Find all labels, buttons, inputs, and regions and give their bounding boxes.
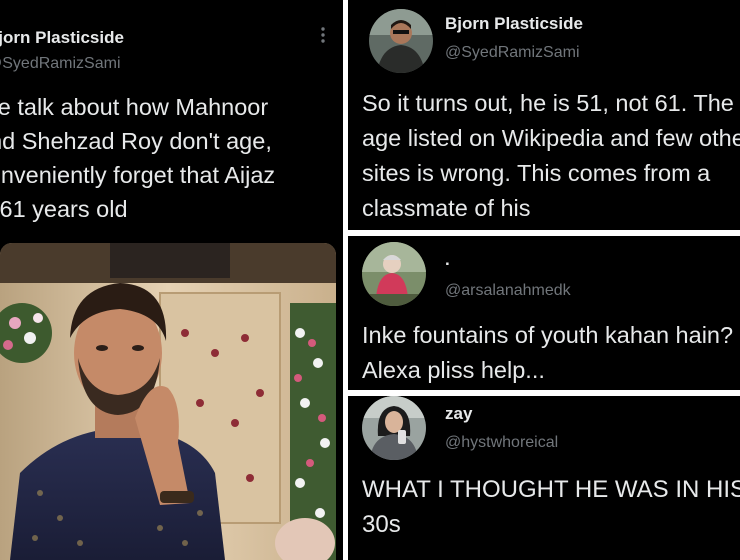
tweet-text-line: We talk about how Mahnoor bbox=[0, 94, 269, 120]
author-name[interactable]: Bjorn Plasticside bbox=[445, 14, 583, 34]
avatar-image bbox=[362, 242, 426, 306]
tweet-text-line: sites is wrong. This comes from a bbox=[362, 160, 711, 186]
avatar[interactable] bbox=[362, 242, 426, 306]
tweet-text: Inke fountains of youth kahan hain? Alex… bbox=[362, 318, 733, 388]
tweet-text-line: is 61 years old bbox=[0, 196, 128, 222]
main-tweet[interactable]: Bjorn Plasticside @SyedRamizSami We talk… bbox=[0, 0, 343, 560]
tweet-text-line: age listed on Wikipedia and few other bbox=[362, 125, 740, 151]
reply-tweet[interactable]: zay @hystwhoreical WHAT I THOUGHT HE WAS… bbox=[348, 396, 740, 560]
tweet-text-line: WHAT I THOUGHT HE WAS IN HIS bbox=[362, 476, 740, 503]
avatar-image bbox=[369, 9, 433, 73]
author-name[interactable]: zay bbox=[445, 404, 472, 424]
reply-tweet[interactable]: . @arsalanahmedk Inke fountains of youth… bbox=[348, 236, 740, 390]
tweet-text: We talk about how Mahnoor and Shehzad Ro… bbox=[0, 90, 343, 226]
tweet-text-line: conveniently forget that Aijaz bbox=[0, 162, 276, 188]
tweet-text-line: So it turns out, he is 51, not 61. The bbox=[362, 90, 734, 116]
tweet-text-line: 30s bbox=[362, 511, 401, 538]
author-handle[interactable]: @SyedRamizSami bbox=[0, 55, 121, 73]
author-handle[interactable]: @SyedRamizSami bbox=[445, 44, 580, 62]
reply-tweet[interactable]: Bjorn Plasticside @SyedRamizSami So it t… bbox=[348, 0, 740, 230]
tweet-text: WHAT I THOUGHT HE WAS IN HIS 30s bbox=[362, 472, 740, 542]
more-options-icon-glyph bbox=[321, 27, 325, 43]
avatar[interactable] bbox=[362, 396, 426, 460]
tweet-text-line: classmate of his bbox=[362, 195, 531, 221]
avatar[interactable] bbox=[369, 9, 433, 73]
avatar-image bbox=[362, 396, 426, 460]
tweet-text: So it turns out, he is 51, not 61. The a… bbox=[362, 86, 740, 226]
more-options-icon[interactable] bbox=[318, 26, 328, 44]
author-name[interactable]: . bbox=[445, 250, 450, 270]
author-handle[interactable]: @arsalanahmedk bbox=[445, 282, 571, 300]
tweet-text-line: Inke fountains of youth kahan hain? bbox=[362, 322, 734, 348]
author-handle[interactable]: @hystwhoreical bbox=[445, 434, 558, 452]
tweet-media-photo[interactable] bbox=[0, 243, 336, 560]
tweet-photo-image bbox=[0, 243, 336, 560]
tweet-text-line: and Shehzad Roy don't age, bbox=[0, 128, 272, 154]
tweet-text-line: Alexa pliss help... bbox=[362, 357, 545, 383]
author-name[interactable]: Bjorn Plasticside bbox=[0, 28, 124, 48]
